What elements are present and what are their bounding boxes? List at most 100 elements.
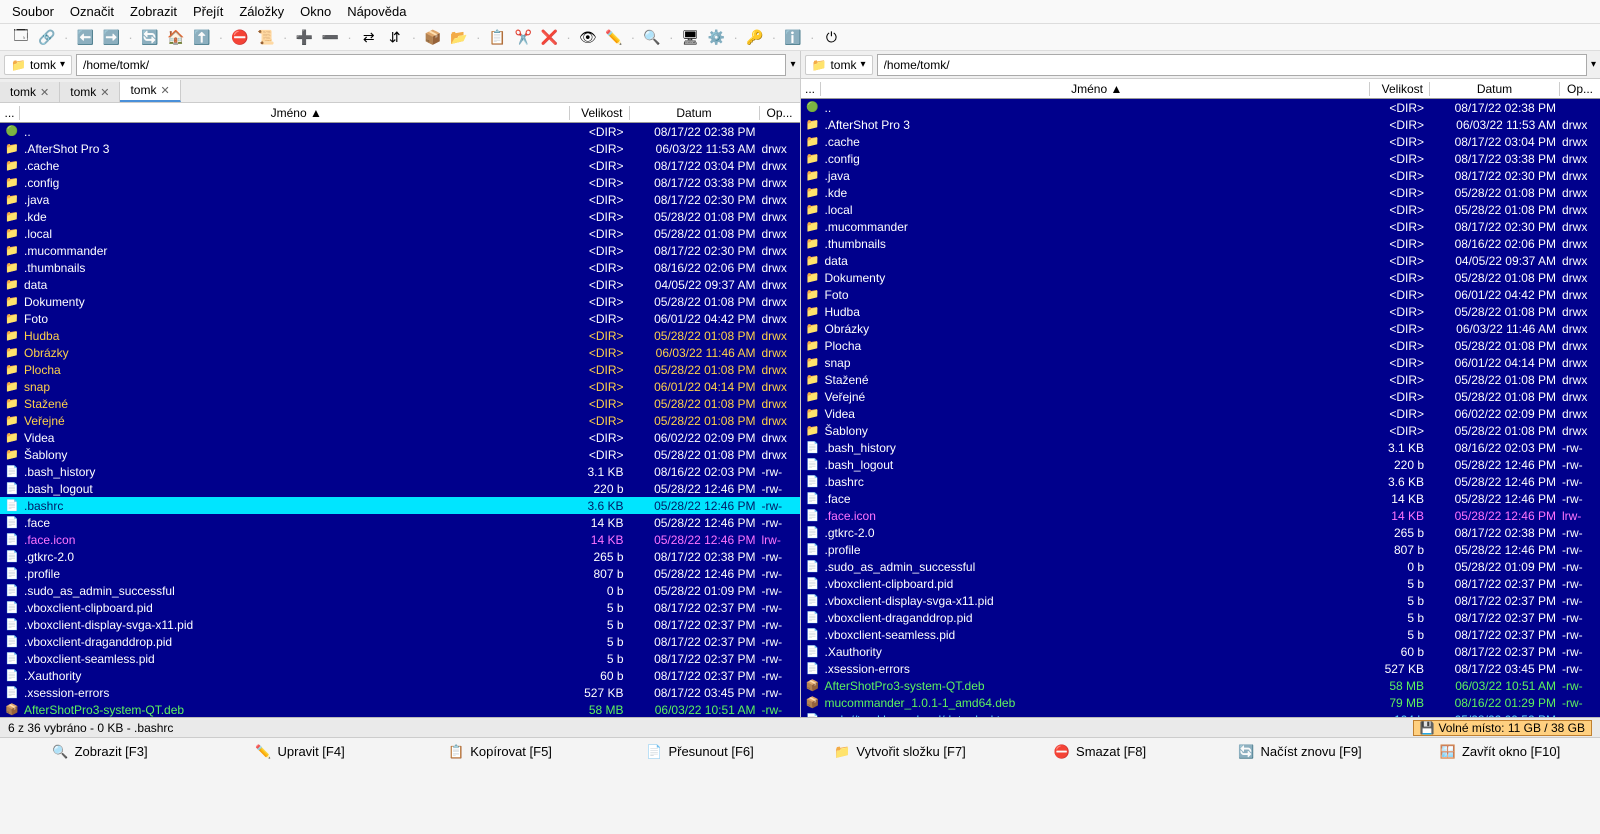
file-row[interactable]: Dokumenty<DIR>05/28/22 01:08 PMdrwx (801, 269, 1600, 286)
file-row[interactable]: .config<DIR>08/17/22 03:38 PMdrwx (0, 174, 800, 191)
file-row[interactable]: .bash_history3.1 KB08/16/22 02:03 PM-rw- (0, 463, 800, 480)
fn-button[interactable]: 🪟Zavřít okno [F10] (1400, 744, 1600, 760)
fn-button[interactable]: 📁Vytvořit složku [F7] (800, 744, 1000, 760)
file-row[interactable]: Obrázky<DIR>06/03/22 11:46 AMdrwx (0, 344, 800, 361)
file-row[interactable]: .AfterShot Pro 3<DIR>06/03/22 11:53 AMdr… (801, 116, 1600, 133)
file-row[interactable]: .sudo_as_admin_successful0 b05/28/22 01:… (0, 582, 800, 599)
col-menu[interactable]: ... (801, 82, 821, 96)
edit-icon[interactable]: ✏️ (605, 28, 623, 46)
file-row[interactable]: .thumbnails<DIR>08/16/22 02:06 PMdrwx (801, 235, 1600, 252)
file-row[interactable]: ..<DIR>08/17/22 02:38 PM (801, 99, 1600, 116)
file-row[interactable]: .vboxclient-clipboard.pid5 b08/17/22 02:… (0, 599, 800, 616)
file-row[interactable]: Videa<DIR>06/02/22 02:09 PMdrwx (0, 429, 800, 446)
file-row[interactable]: Plocha<DIR>05/28/22 01:08 PMdrwx (0, 361, 800, 378)
col-size[interactable]: Velikost (570, 106, 630, 120)
file-row[interactable]: .vboxclient-display-svga-x11.pid5 b08/17… (801, 592, 1600, 609)
fn-button[interactable]: 🔄Načíst znovu [F9] (1200, 744, 1400, 760)
close-icon[interactable]: ✕ (100, 86, 109, 99)
file-row[interactable]: .profile807 b05/28/22 12:46 PM-rw- (0, 565, 800, 582)
file-row[interactable]: Hudba<DIR>05/28/22 01:08 PMdrwx (801, 303, 1600, 320)
file-row[interactable]: snap<DIR>06/01/22 04:14 PMdrwx (801, 354, 1600, 371)
file-row[interactable]: smb://tomkhome.local/data.desktop104 b05… (801, 711, 1600, 717)
fn-button[interactable]: ✏️Upravit [F4] (200, 744, 400, 760)
file-row[interactable]: .Xauthority60 b08/17/22 02:37 PM-rw- (0, 667, 800, 684)
pack-icon[interactable]: 📦 (424, 28, 442, 46)
file-row[interactable]: Dokumenty<DIR>05/28/22 01:08 PMdrwx (0, 293, 800, 310)
file-row[interactable]: Plocha<DIR>05/28/22 01:08 PMdrwx (801, 337, 1600, 354)
file-row[interactable]: .mucommander<DIR>08/17/22 02:30 PMdrwx (801, 218, 1600, 235)
menu-nápověda[interactable]: Nápověda (347, 4, 406, 19)
link-icon[interactable]: 🔗 (38, 28, 56, 46)
file-row[interactable]: .bash_logout220 b05/28/22 12:46 PM-rw- (801, 456, 1600, 473)
file-row[interactable]: Veřejné<DIR>05/28/22 01:08 PMdrwx (0, 412, 800, 429)
file-row[interactable]: .java<DIR>08/17/22 02:30 PMdrwx (0, 191, 800, 208)
file-row[interactable]: .face14 KB05/28/22 12:46 PM-rw- (0, 514, 800, 531)
file-row[interactable]: .local<DIR>05/28/22 01:08 PMdrwx (801, 201, 1600, 218)
fn-button[interactable]: 📋Kopírovat [F5] (400, 744, 600, 760)
file-row[interactable]: .kde<DIR>05/28/22 01:08 PMdrwx (801, 184, 1600, 201)
right-path-input[interactable] (877, 54, 1587, 76)
unpack-icon[interactable]: 📂 (450, 28, 468, 46)
power-icon[interactable]: ⏻ (822, 28, 840, 46)
stop-icon[interactable]: ⛔ (231, 28, 249, 46)
file-row[interactable]: .face14 KB05/28/22 12:46 PM-rw- (801, 490, 1600, 507)
file-row[interactable]: Šablony<DIR>05/28/22 01:08 PMdrwx (0, 446, 800, 463)
tab-1[interactable]: tomk✕ (60, 82, 120, 102)
fn-button[interactable]: 🔍Zobrazit [F3] (0, 744, 200, 760)
col-name[interactable]: Jméno ▲ (821, 82, 1371, 96)
file-row[interactable]: .bash_logout220 b05/28/22 12:46 PM-rw- (0, 480, 800, 497)
home-icon[interactable]: 🏠 (167, 28, 185, 46)
file-row[interactable]: .vboxclient-clipboard.pid5 b08/17/22 02:… (801, 575, 1600, 592)
col-size[interactable]: Velikost (1370, 82, 1430, 96)
reload-icon[interactable]: 🔄 (141, 28, 159, 46)
menu-zobrazit[interactable]: Zobrazit (130, 4, 177, 19)
left-file-list[interactable]: ..<DIR>08/17/22 02:38 PM.AfterShot Pro 3… (0, 123, 800, 717)
col-perm[interactable]: Op... (760, 106, 800, 120)
info-icon[interactable]: ℹ️ (784, 28, 802, 46)
close-icon[interactable]: ✕ (160, 84, 169, 97)
same-icon[interactable]: ⇵ (386, 28, 404, 46)
col-date[interactable]: Datum (1430, 82, 1560, 96)
file-row[interactable]: .vboxclient-draganddrop.pid5 b08/17/22 0… (801, 609, 1600, 626)
file-row[interactable]: .bashrc3.6 KB05/28/22 12:46 PM-rw- (0, 497, 800, 514)
file-row[interactable]: .face.icon14 KB05/28/22 12:46 PMlrw- (801, 507, 1600, 524)
file-row[interactable]: AfterShotPro3-system-QT.deb58 MB06/03/22… (0, 701, 800, 717)
file-row[interactable]: Veřejné<DIR>05/28/22 01:08 PMdrwx (801, 388, 1600, 405)
chevron-down-icon[interactable]: ▾ (1591, 59, 1596, 70)
move-icon[interactable]: ✂️ (514, 28, 532, 46)
file-row[interactable]: .vboxclient-seamless.pid5 b08/17/22 02:3… (801, 626, 1600, 643)
col-menu[interactable]: ... (0, 106, 20, 120)
new-window-icon[interactable]: 🗔 (12, 28, 30, 46)
file-row[interactable]: .java<DIR>08/17/22 02:30 PMdrwx (801, 167, 1600, 184)
file-row[interactable]: .bash_history3.1 KB08/16/22 02:03 PM-rw- (801, 439, 1600, 456)
chevron-down-icon[interactable]: ▾ (790, 59, 795, 70)
key-icon[interactable]: 🔑 (746, 28, 764, 46)
hist-icon[interactable]: 📜 (257, 28, 275, 46)
parent-icon[interactable]: ⬆️ (193, 28, 211, 46)
file-row[interactable]: .local<DIR>05/28/22 01:08 PMdrwx (0, 225, 800, 242)
preview-icon[interactable]: 👁 (579, 28, 597, 46)
file-row[interactable]: .gtkrc-2.0265 b08/17/22 02:38 PM-rw- (0, 548, 800, 565)
menu-okno[interactable]: Okno (300, 4, 331, 19)
left-drive-button[interactable]: 📁 tomk ▾ (4, 55, 72, 75)
file-row[interactable]: .AfterShot Pro 3<DIR>06/03/22 11:53 AMdr… (0, 140, 800, 157)
file-row[interactable]: .vboxclient-display-svga-x11.pid5 b08/17… (0, 616, 800, 633)
tab-2[interactable]: tomk✕ (120, 80, 180, 102)
file-row[interactable]: snap<DIR>06/01/22 04:14 PMdrwx (0, 378, 800, 395)
file-row[interactable]: .kde<DIR>05/28/22 01:08 PMdrwx (0, 208, 800, 225)
fn-button[interactable]: ⛔Smazat [F8] (1000, 744, 1200, 760)
file-row[interactable]: .profile807 b05/28/22 12:46 PM-rw- (801, 541, 1600, 558)
file-row[interactable]: data<DIR>04/05/22 09:37 AMdrwx (801, 252, 1600, 269)
file-row[interactable]: Hudba<DIR>05/28/22 01:08 PMdrwx (0, 327, 800, 344)
file-row[interactable]: .config<DIR>08/17/22 03:38 PMdrwx (801, 150, 1600, 167)
file-row[interactable]: .cache<DIR>08/17/22 03:04 PMdrwx (801, 133, 1600, 150)
file-row[interactable]: ..<DIR>08/17/22 02:38 PM (0, 123, 800, 140)
fn-button[interactable]: 📄Přesunout [F6] (600, 744, 800, 760)
file-row[interactable]: .face.icon14 KB05/28/22 12:46 PMlrw- (0, 531, 800, 548)
forward-icon[interactable]: ➡️ (102, 28, 120, 46)
tab-0[interactable]: tomk✕ (0, 82, 60, 102)
left-path-input[interactable] (76, 54, 786, 76)
file-row[interactable]: Stažené<DIR>05/28/22 01:08 PMdrwx (801, 371, 1600, 388)
file-row[interactable]: .gtkrc-2.0265 b08/17/22 02:38 PM-rw- (801, 524, 1600, 541)
col-perm[interactable]: Op... (1560, 82, 1600, 96)
